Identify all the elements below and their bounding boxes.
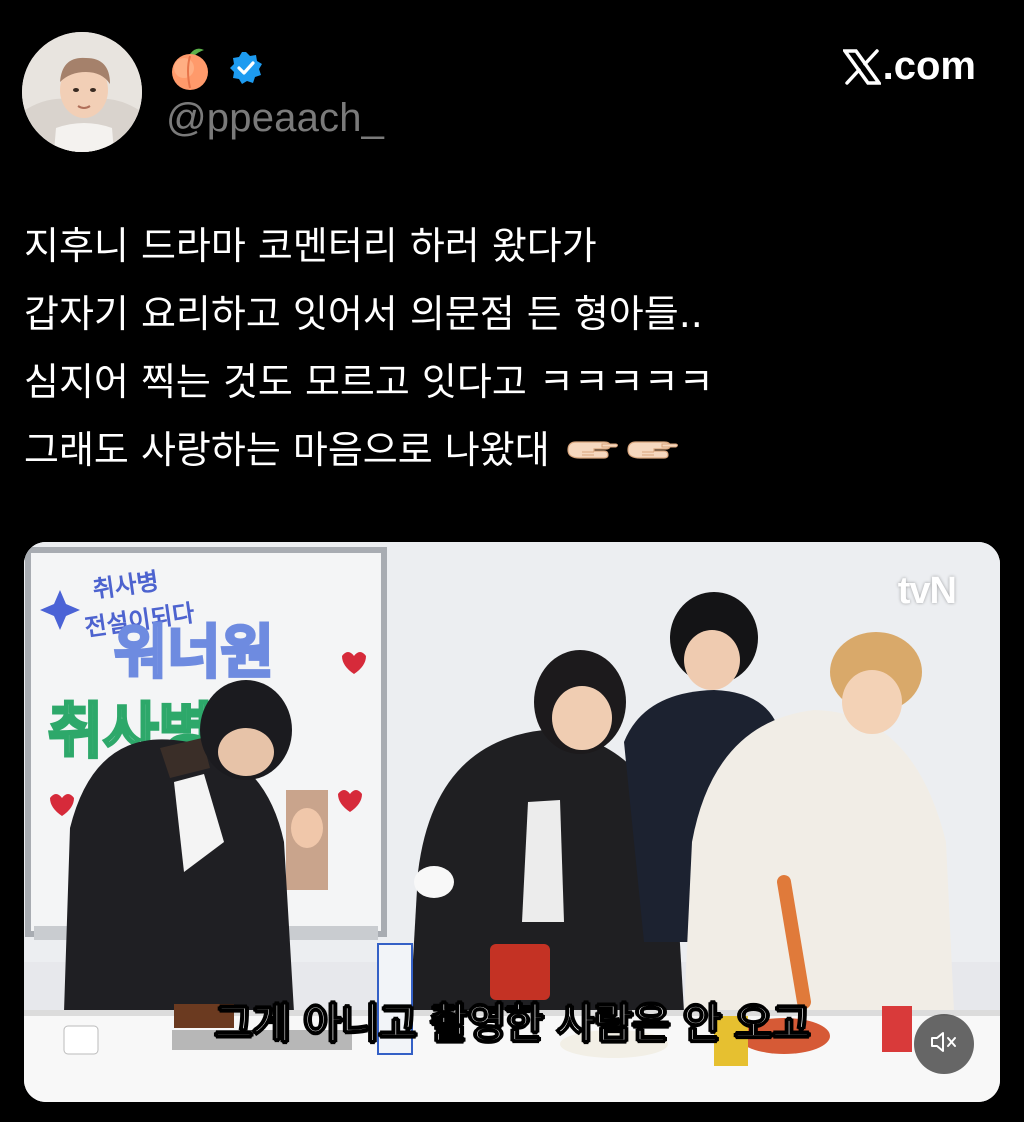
pointing-hand-icon: [624, 434, 680, 466]
tweet-card: @ppeaach_ .com 지후니 드라마 코멘터리 하러 왔다가 갑자기 요…: [0, 0, 1024, 1122]
tweet-line-4-text: 그래도 사랑하는 마음으로 나왔대: [24, 428, 550, 472]
whiteboard-text-3: 워너원: [114, 618, 274, 686]
speaker-muted-icon: [930, 1030, 958, 1058]
author-name-row[interactable]: [166, 44, 264, 92]
avatar[interactable]: [22, 32, 142, 152]
avatar-image: [22, 32, 142, 152]
author-handle[interactable]: @ppeaach_: [166, 96, 384, 141]
tweet-line-4: 그래도 사랑하는 마음으로 나왔대: [24, 416, 984, 484]
pointing-hand-icon: [564, 434, 620, 466]
video-subtitle: 그게 아니고 촬영한 사람은 안 오고: [214, 998, 812, 1049]
tweet-line-1: 지후니 드라마 코멘터리 하러 왔다가: [24, 224, 597, 268]
peach-emoji-icon: [166, 44, 214, 92]
tweet-media[interactable]: 취사병 전설이되다 워너원 취사병이 tvN 그게 아니고 촬영한 사람은 안 …: [24, 542, 1000, 1102]
tweet-text: 지후니 드라마 코멘터리 하러 왔다가 갑자기 요리하고 잇어서 의문점 든 형…: [24, 212, 984, 484]
x-logo-icon: [842, 48, 881, 85]
verified-badge-icon: [228, 50, 264, 86]
mute-toggle-button[interactable]: [914, 1014, 974, 1074]
brand-domain: .com: [882, 44, 976, 88]
broadcaster-logo: tvN: [897, 570, 957, 612]
x-com-brand[interactable]: .com: [842, 44, 976, 89]
tweet-line-2: 갑자기 요리하고 잇어서 의문점 든 형아들..: [24, 292, 703, 336]
tweet-line-3: 심지어 찍는 것도 모르고 잇다고 ㅋㅋㅋㅋㅋ: [24, 360, 714, 404]
